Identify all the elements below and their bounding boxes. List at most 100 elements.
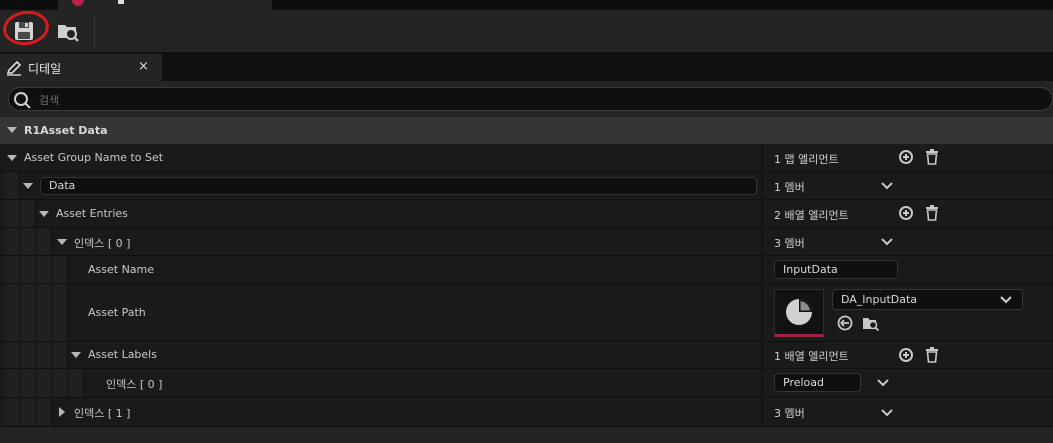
collapsed-arrow-icon[interactable]	[59, 407, 65, 417]
indent-guide	[4, 200, 20, 227]
title-bar	[0, 0, 1053, 10]
map-key-field[interactable]: Data	[40, 177, 757, 195]
chevron-down-icon	[1000, 296, 1012, 304]
trash-icon[interactable]	[925, 205, 939, 221]
trash-icon[interactable]	[925, 347, 939, 363]
indent-guide	[36, 256, 52, 283]
name-column: Asset Path	[0, 284, 761, 341]
indent-guide	[20, 342, 36, 368]
value-column: 3 멤버	[761, 398, 1053, 426]
expand-arrow-icon[interactable]	[23, 183, 33, 189]
indent-guide	[52, 342, 68, 368]
value-column: 3 멤버	[761, 228, 1053, 255]
details-panel: 검색 R1Asset Data Asset Group Name to Set …	[0, 81, 1053, 443]
tab-details[interactable]: 디테일 ×	[0, 54, 162, 81]
value-column: 1 맵 엘리먼트	[761, 144, 1053, 171]
property-name: 인덱스 [ 0 ]	[106, 378, 163, 391]
search-icon	[14, 92, 31, 109]
property-value: 2 배열 엘리먼트	[774, 209, 849, 222]
property-value: 3 멤버	[774, 237, 805, 250]
browse-asset-icon[interactable]	[862, 315, 880, 331]
name-column: Asset Group Name to Set	[0, 144, 761, 171]
indent-guide	[4, 256, 20, 283]
indent-guide	[20, 228, 36, 255]
property-row-asset-entries: Asset Entries 2 배열 엘리먼트	[0, 200, 1053, 228]
expand-arrow-icon[interactable]	[39, 211, 49, 217]
name-column: Data	[0, 172, 761, 199]
add-element-button[interactable]	[899, 348, 913, 362]
add-element-button[interactable]	[899, 206, 913, 220]
name-column: 인덱스 [ 0 ]	[0, 228, 761, 255]
use-selected-icon[interactable]	[837, 315, 853, 331]
indent-guide	[20, 200, 36, 227]
indent-guide	[36, 369, 52, 397]
property-row-index-0: 인덱스 [ 0 ] 3 멤버	[0, 228, 1053, 256]
indent-guide	[52, 284, 68, 341]
property-name: Asset Group Name to Set	[24, 151, 164, 164]
indent-guide	[20, 284, 36, 341]
value-column: 1 배열 엘리먼트	[761, 342, 1053, 368]
highlight-annotation	[0, 7, 52, 49]
expand-arrow-icon[interactable]	[57, 239, 67, 245]
value-column: DA_InputData	[761, 284, 1053, 341]
indent-guide	[52, 256, 68, 283]
expand-arrow-icon[interactable]	[7, 155, 17, 161]
label-text-field[interactable]: Preload	[774, 373, 861, 392]
property-row-asset-labels: Asset Labels 1 배열 엘리먼트	[0, 342, 1053, 369]
tab-title-fragment	[118, 0, 124, 4]
chevron-down-icon[interactable]	[881, 409, 893, 417]
chevron-down-icon[interactable]	[877, 379, 889, 387]
expand-arrow-icon[interactable]	[71, 352, 81, 358]
value-column: InputData	[761, 256, 1053, 283]
indent-guide	[4, 342, 20, 368]
data-asset-icon	[786, 299, 812, 325]
category-label: R1Asset Data	[24, 124, 108, 137]
property-row-data: Data 1 멤버	[0, 172, 1053, 200]
property-name: Asset Labels	[88, 348, 157, 361]
browse-asset-icon	[58, 25, 79, 42]
indent-guide	[20, 398, 36, 426]
trash-icon[interactable]	[925, 149, 939, 165]
property-value: 1 맵 엘리먼트	[774, 153, 839, 166]
property-name: Asset Entries	[56, 207, 128, 220]
value-column: 2 배열 엘리먼트	[761, 200, 1053, 227]
indent-guide	[20, 256, 36, 283]
asset-type-icon	[72, 0, 84, 6]
panel-tab-strip: 디테일 ×	[0, 52, 1053, 81]
category-header[interactable]: R1Asset Data	[0, 117, 1053, 144]
property-value: 3 멤버	[774, 407, 805, 420]
property-name: 인덱스 [ 1 ]	[74, 407, 131, 420]
property-row-asset-name: Asset Name InputData	[0, 256, 1053, 284]
add-element-button[interactable]	[899, 150, 913, 164]
property-value: 1 멤버	[774, 181, 805, 194]
indent-guide	[4, 228, 20, 255]
asset-name-field[interactable]: InputData	[774, 260, 898, 279]
name-column: 인덱스 [ 1 ]	[0, 398, 761, 426]
details-icon	[6, 60, 22, 76]
browse-asset-button[interactable]	[55, 18, 81, 44]
indent-guide	[4, 172, 20, 199]
property-row-label-index-0: 인덱스 [ 0 ] Preload	[0, 369, 1053, 398]
asset-thumbnail[interactable]	[774, 289, 824, 337]
asset-picker-combo[interactable]: DA_InputData	[832, 289, 1023, 310]
editor-tab[interactable]	[58, 0, 272, 10]
toolbar	[0, 7, 1053, 52]
property-row-index-1: 인덱스 [ 1 ] 3 멤버	[0, 398, 1053, 427]
close-tab-button[interactable]: ×	[138, 59, 149, 74]
property-name: 인덱스 [ 0 ]	[74, 237, 131, 250]
indent-guide	[20, 369, 36, 397]
chevron-down-icon[interactable]	[881, 238, 893, 246]
indent-guide	[4, 369, 20, 397]
search-input[interactable]: 검색	[8, 87, 1053, 111]
name-column: Asset Name	[0, 256, 761, 283]
name-column: Asset Labels	[0, 342, 761, 368]
property-name: Asset Name	[88, 263, 155, 276]
property-row-asset-path: Asset Path DA_InputData	[0, 284, 1053, 342]
tab-details-label: 디테일	[28, 62, 62, 76]
indent-guide	[36, 398, 52, 426]
collapse-arrow-icon[interactable]	[7, 127, 17, 133]
panel-footer	[0, 427, 1053, 443]
property-name: Asset Path	[88, 306, 146, 319]
search-placeholder: 검색	[39, 94, 60, 107]
chevron-down-icon[interactable]	[881, 182, 893, 190]
